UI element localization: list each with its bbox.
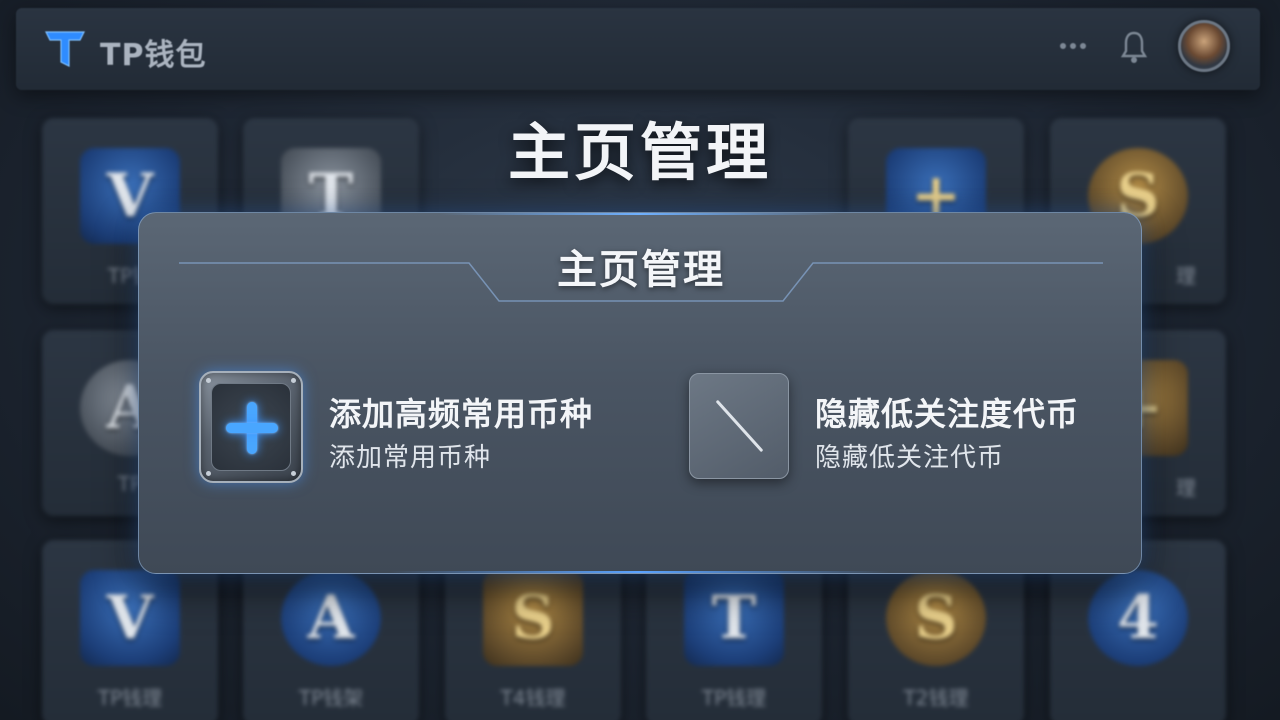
page-title: 主页管理 bbox=[507, 116, 772, 189]
avatar[interactable] bbox=[1178, 20, 1230, 72]
app-tile-label: T2钱理 bbox=[903, 686, 969, 710]
brand-name: TP钱包 bbox=[100, 38, 207, 73]
app-icon: 4 bbox=[1088, 570, 1188, 666]
glow-accent bbox=[439, 213, 839, 215]
tp-logo-icon bbox=[45, 31, 85, 67]
top-bar: TP钱包 bbox=[16, 8, 1260, 90]
option-subtitle: 添加常用币种 bbox=[329, 443, 492, 473]
home-management-dialog: 主页管理 添加高频常用币种 添加常用币种 隐藏低关注度代币 隐藏低关注代币 bbox=[138, 212, 1142, 574]
app-icon: S bbox=[886, 570, 986, 666]
add-frequent-tokens-option[interactable]: 添加高频常用币种 添加常用币种 bbox=[199, 371, 639, 483]
option-title: 隐藏低关注度代币 bbox=[815, 395, 1080, 433]
slash-icon bbox=[689, 373, 789, 479]
bell-icon[interactable] bbox=[1120, 30, 1148, 64]
app-icon: V bbox=[80, 570, 180, 666]
app-tile-label: TP钱理 bbox=[97, 686, 163, 710]
hide-low-attention-tokens-option[interactable]: 隐藏低关注度代币 隐藏低关注代币 bbox=[689, 371, 1109, 481]
app-tile-label: TP钱理 bbox=[701, 686, 767, 710]
option-subtitle: 隐藏低关注代币 bbox=[815, 443, 1005, 473]
app-tile-label: TP钱架 bbox=[298, 686, 364, 710]
app-tile-label: T4钱理 bbox=[500, 686, 566, 710]
dialog-title: 主页管理 bbox=[557, 247, 725, 293]
app-icon: A bbox=[281, 570, 381, 666]
glow-accent bbox=[389, 571, 889, 573]
more-icon[interactable] bbox=[1058, 38, 1088, 54]
app-icon: S bbox=[483, 570, 583, 666]
option-title: 添加高频常用币种 bbox=[329, 395, 594, 433]
plus-icon bbox=[199, 371, 303, 483]
app-icon: T bbox=[684, 570, 784, 666]
